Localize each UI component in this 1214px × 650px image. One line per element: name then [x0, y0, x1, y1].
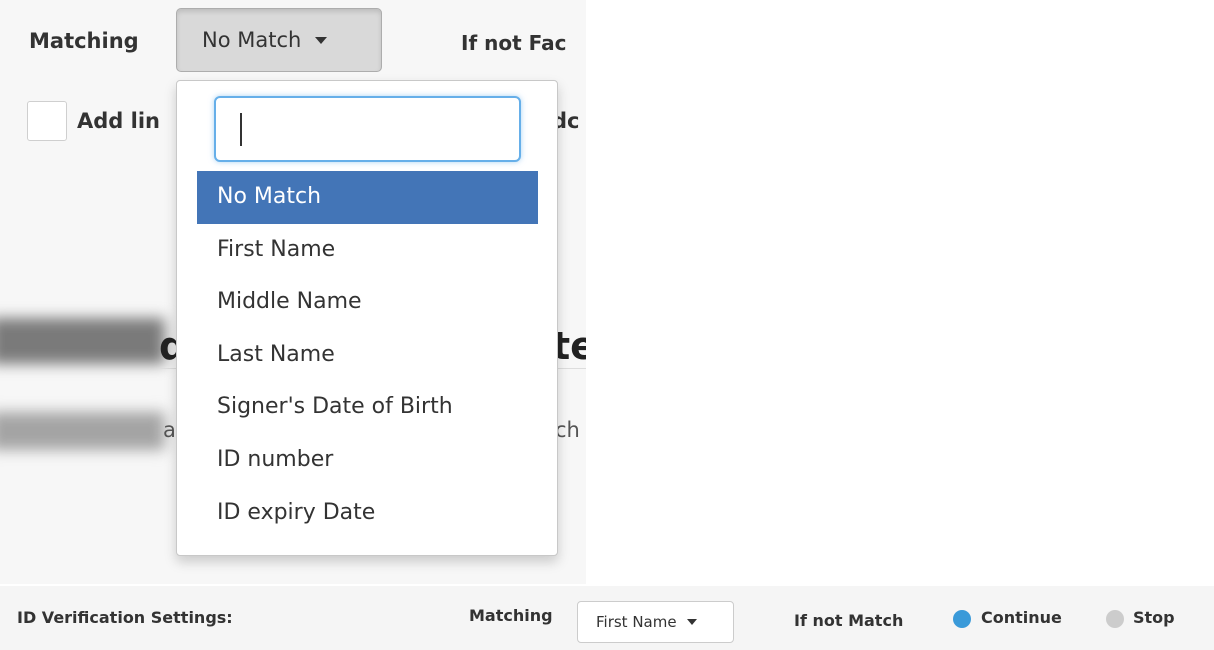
dropdown-options-list: No Match First Name Middle Name Last Name Si… [197, 171, 538, 539]
bottom-matching-value: First Name [596, 613, 677, 631]
id-verification-settings-bar: ID Verification Settings: Matching First… [0, 586, 1214, 650]
matching-dropdown-value: No Match [202, 28, 302, 52]
settings-panel-top: Matching No Match If not Fac Add lin dc … [0, 0, 586, 584]
section-text-fragment-right: ch [555, 418, 580, 442]
stop-radio[interactable] [1106, 610, 1124, 628]
bottom-matching-dropdown[interactable]: First Name [577, 601, 734, 643]
bottom-matching-label: Matching [469, 606, 553, 625]
blurred-heading [0, 318, 165, 364]
id-verification-title: ID Verification Settings: [17, 608, 233, 627]
matching-dropdown-button[interactable]: No Match [176, 8, 382, 72]
continue-label: Continue [981, 608, 1062, 627]
dropdown-option[interactable]: No Match [197, 171, 538, 224]
blurred-text [0, 412, 165, 450]
caret-down-icon [315, 36, 328, 44]
continue-radio[interactable] [953, 610, 971, 628]
dropdown-option[interactable]: First Name [197, 224, 538, 277]
dropdown-option[interactable]: Middle Name [197, 276, 538, 329]
dropdown-search-input[interactable] [214, 96, 521, 162]
add-link-label: Add lin [77, 109, 160, 133]
stop-label: Stop [1133, 608, 1175, 627]
dropdown-option[interactable]: ID number [197, 434, 538, 487]
section-text-fragment: a [163, 418, 176, 442]
caret-down-icon [686, 619, 697, 625]
matching-dropdown-menu: No Match First Name Middle Name Last Name Si… [176, 80, 558, 556]
if-not-label: If not Fac [461, 31, 567, 55]
matching-label: Matching [29, 29, 139, 53]
if-not-match-label: If not Match [794, 611, 904, 630]
dropdown-option[interactable]: ID expiry Date [197, 487, 538, 540]
text-cursor [240, 113, 242, 146]
dropdown-option[interactable]: Last Name [197, 329, 538, 382]
dropdown-option[interactable]: Signer's Date of Birth [197, 381, 538, 434]
add-link-checkbox[interactable] [27, 101, 67, 141]
